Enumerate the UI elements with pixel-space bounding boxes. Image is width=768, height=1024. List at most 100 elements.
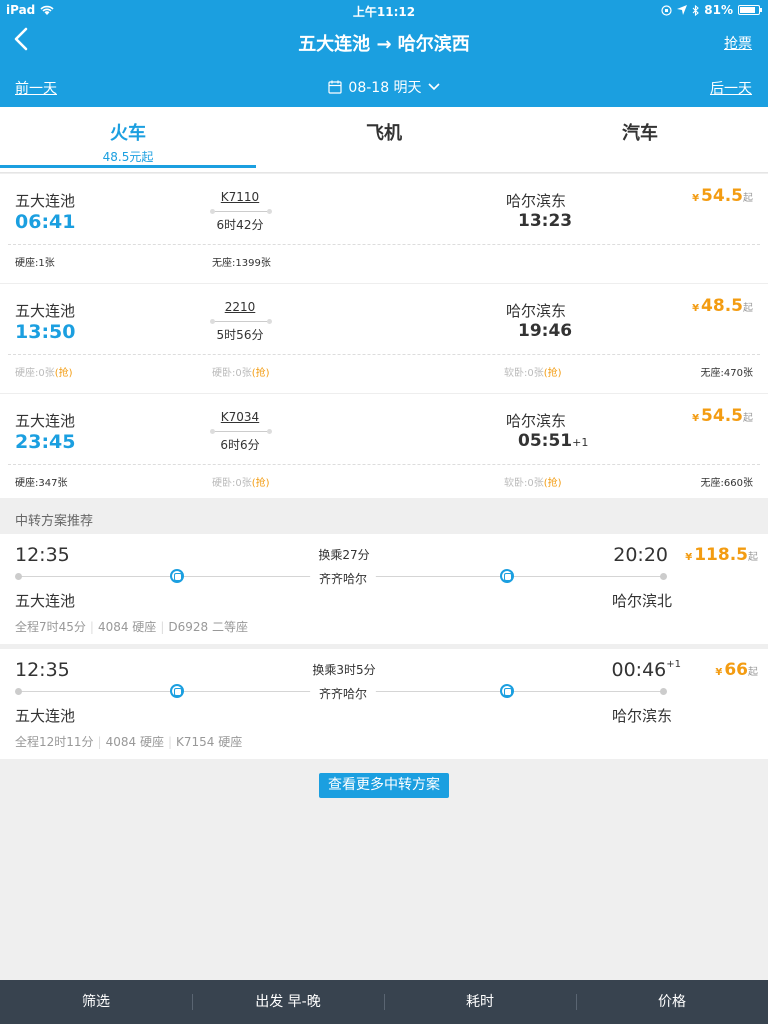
tab-min-price: 48.5元起: [102, 150, 154, 164]
arrival-time-value: 05:51: [518, 431, 573, 451]
grab-seat-link[interactable]: (抢): [252, 368, 270, 379]
tab-flight[interactable]: 飞机: [256, 107, 512, 173]
end-dot: [660, 573, 667, 580]
to-station: 哈尔滨东: [506, 192, 567, 210]
seat-info: 无座:1399张: [212, 254, 271, 269]
status-time: 上午11:12: [352, 5, 416, 19]
seat-info[interactable]: 硬卧:0张(抢): [212, 474, 270, 489]
transfer-card[interactable]: 12:35 00:46+1 ¥66起 换乘3时5分 齐齐哈尔 五大连池 哈尔滨东…: [0, 649, 768, 759]
grab-seat-link[interactable]: (抢): [544, 368, 562, 379]
train-number[interactable]: 2210: [210, 300, 270, 314]
train-list: 五大连池 06:41 K7110 6时42分 哈尔滨东 13:23 ¥54.5起…: [0, 174, 768, 498]
seat-info[interactable]: 软卧:0张(抢): [504, 364, 562, 379]
section-title: 中转方案推荐: [15, 514, 94, 529]
currency: ¥: [692, 303, 700, 314]
arrival-time-value: 19:46: [518, 321, 573, 341]
from-station: 五大连池: [15, 707, 76, 725]
route-line: [210, 209, 272, 214]
date-label: 08-18 明天: [348, 80, 422, 96]
transfer-station: 齐齐哈尔: [310, 568, 376, 589]
seat-info[interactable]: 硬座:0张(抢): [15, 364, 73, 379]
duration: 6时6分: [220, 438, 260, 452]
currency: ¥: [692, 193, 700, 204]
seat-text: 硬座:0张: [15, 368, 55, 379]
bottom-toolbar: 筛选 出发 早-晚 耗时 价格: [0, 980, 768, 1024]
header: iPad 上午11:12 81% 五大连池 → 哈尔滨西 抢票 前一天 08-1…: [0, 0, 768, 107]
status-bar: iPad 上午11:12 81%: [0, 0, 768, 20]
to-station: 哈尔滨东: [506, 412, 567, 430]
tab-label: 汽车: [622, 123, 658, 144]
next-day-link[interactable]: 后一天: [710, 78, 752, 98]
seat-info[interactable]: 软卧:0张(抢): [504, 474, 562, 489]
more-transfers-button[interactable]: 查看更多中转方案: [319, 773, 449, 798]
sort-price-button[interactable]: 价格: [576, 980, 768, 1024]
transfer-details: 全程12时11分 | 4084 硬座 | K7154 硬座: [15, 735, 243, 749]
currency: ¥: [685, 552, 693, 563]
nav-bar: 五大连池 → 哈尔滨西 抢票: [0, 24, 768, 60]
price: ¥118.5起: [685, 545, 758, 565]
transfer-section-header: 中转方案推荐: [0, 498, 768, 534]
train-row[interactable]: 五大连池 13:50 2210 5时56分 哈尔滨东 19:46 ¥48.5起 …: [0, 284, 768, 394]
to-station: 哈尔滨东: [506, 302, 567, 320]
seat-text: 硬座:347张: [15, 478, 68, 489]
arrival-time-value: 20:20: [613, 544, 668, 566]
to-station: 哈尔滨北: [612, 592, 673, 610]
price-value: 66: [724, 660, 748, 680]
start-dot: [15, 573, 22, 580]
train-icon: [500, 569, 514, 583]
train-number[interactable]: K7110: [210, 190, 270, 204]
tab-train[interactable]: 火车 48.5元起: [0, 107, 256, 173]
bluetooth-icon: [692, 4, 700, 16]
seat-info[interactable]: 硬卧:0张(抢): [212, 364, 270, 379]
arrival-time: 13:23: [518, 211, 572, 231]
date-selector[interactable]: 08-18 明天: [0, 77, 768, 97]
seat-text: 软卧:0张: [504, 368, 544, 379]
price-suffix: 起: [743, 193, 753, 204]
arrival-time: 05:51+1: [518, 431, 588, 451]
price: ¥48.5起: [692, 296, 753, 316]
departure-time: 23:45: [15, 431, 76, 453]
total-duration: 全程7时45分: [15, 620, 86, 634]
departure-time: 12:35: [15, 544, 70, 566]
arrival-time: 19:46: [518, 321, 572, 341]
next-day-mark: +1: [572, 436, 589, 449]
filter-button[interactable]: 筛选: [0, 980, 192, 1024]
currency: ¥: [715, 667, 723, 678]
grab-seat-link[interactable]: (抢): [55, 368, 73, 379]
from-station: 五大连池: [15, 412, 76, 430]
seat-text: 无座:660张: [700, 478, 753, 489]
grab-seat-link[interactable]: (抢): [252, 478, 270, 489]
arrival-time-value: 00:46: [611, 659, 667, 681]
price-value: 48.5: [701, 296, 743, 316]
chevron-down-icon: [427, 83, 440, 91]
tab-bus[interactable]: 汽车: [512, 107, 768, 173]
from-station: 五大连池: [15, 592, 76, 610]
sort-departure-button[interactable]: 出发 早-晚: [192, 980, 384, 1024]
train-number[interactable]: K7034: [210, 410, 270, 424]
departure-time: 06:41: [15, 211, 76, 233]
train-icon: [170, 569, 184, 583]
tab-label: 飞机: [366, 123, 402, 144]
leg-1: 4084 硬座: [105, 735, 164, 749]
date-bar: 前一天 08-18 明天 后一天: [0, 72, 768, 100]
transfer-wait: 换乘27分: [318, 548, 370, 562]
route-line: [210, 319, 272, 324]
transfer-details: 全程7时45分 | 4084 硬座 | D6928 二等座: [15, 620, 248, 634]
transfer-card[interactable]: 12:35 20:20 ¥118.5起 换乘27分 齐齐哈尔 五大连池 哈尔滨北…: [0, 534, 768, 644]
seat-text: 无座:1399张: [212, 258, 271, 269]
to-station: 哈尔滨东: [612, 707, 673, 725]
leg-1: 4084 硬座: [97, 620, 157, 634]
train-row[interactable]: 五大连池 06:41 K7110 6时42分 哈尔滨东 13:23 ¥54.5起…: [0, 174, 768, 284]
price: ¥66起: [715, 660, 758, 680]
grab-ticket-link[interactable]: 抢票: [724, 33, 752, 53]
price-value: 118.5: [694, 545, 748, 565]
price-value: 54.5: [701, 186, 743, 206]
battery-icon: [738, 5, 762, 15]
price: ¥54.5起: [692, 186, 753, 206]
train-row[interactable]: 五大连池 23:45 K7034 6时6分 哈尔滨东 05:51+1 ¥54.5…: [0, 394, 768, 504]
active-tab-indicator: [0, 165, 256, 168]
transfer-station: 齐齐哈尔: [310, 683, 376, 704]
sort-duration-button[interactable]: 耗时: [384, 980, 576, 1024]
seat-info: 无座:470张: [701, 364, 753, 379]
grab-seat-link[interactable]: (抢): [544, 478, 562, 489]
